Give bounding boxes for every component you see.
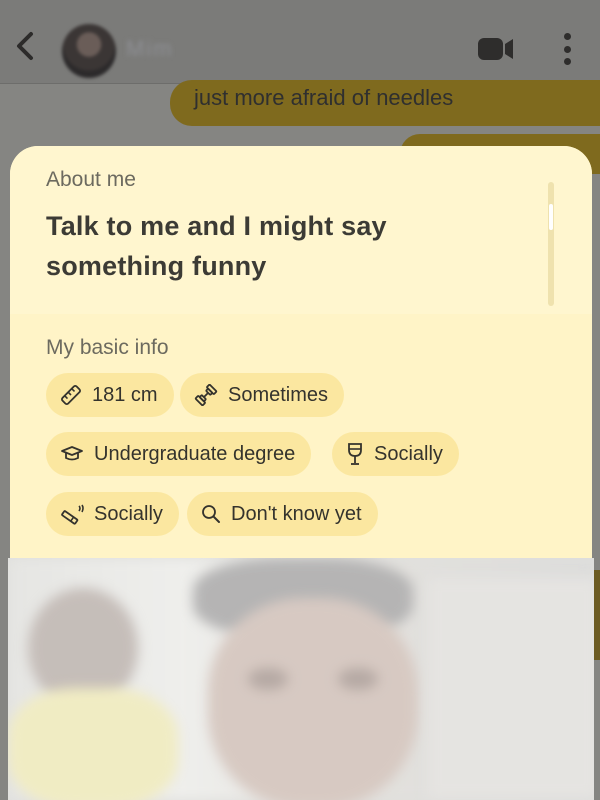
info-chip-education: Undergraduate degree [46, 432, 312, 476]
scrollbar-track[interactable] [548, 182, 554, 306]
chip-label: Socially [374, 442, 443, 465]
photo-overlay [8, 558, 594, 800]
chip-label: Sometimes [228, 383, 329, 406]
dot [563, 58, 571, 65]
chevron-left-icon [17, 32, 33, 60]
video-camera-icon [478, 38, 513, 60]
chip-label: Don't know yet [231, 502, 362, 525]
message-bubble[interactable]: just more afraid of needles [170, 80, 600, 126]
contact-name[interactable]: Mim [126, 36, 174, 62]
more-options-button[interactable] [556, 30, 578, 68]
chip-label: Socially [94, 502, 163, 525]
about-section: About me Talk to me and I might say some… [10, 146, 592, 314]
scrollbar-thumb[interactable] [549, 204, 553, 230]
basic-info-label: My basic info [46, 336, 169, 359]
dot [563, 33, 571, 40]
graduation-cap-icon [61, 446, 83, 461]
chip-label: 181 cm [92, 383, 158, 406]
info-chip-exercise: Sometimes [180, 373, 345, 417]
avatar[interactable] [62, 24, 116, 78]
wine-glass-icon [348, 443, 362, 465]
about-label: About me [46, 168, 136, 191]
video-call-button[interactable] [476, 34, 516, 64]
smoking-icon [61, 504, 84, 525]
profile-photo[interactable] [8, 558, 594, 800]
message-text: just more afraid of needles [194, 85, 454, 110]
back-button[interactable] [8, 26, 42, 66]
info-chip-height: 181 cm [46, 373, 174, 417]
info-chip-smoking: Socially [46, 492, 179, 536]
dot [563, 45, 571, 53]
chat-header: Mim [0, 0, 600, 84]
ruler-icon [61, 385, 81, 405]
about-text: Talk to me and I might say something fun… [46, 211, 387, 281]
info-chip-looking-for: Don't know yet [187, 492, 378, 536]
chip-label: Undergraduate degree [94, 442, 296, 465]
info-chip-drinking: Socially [332, 432, 459, 476]
search-icon [202, 505, 220, 523]
dumbbell-icon [194, 384, 218, 406]
